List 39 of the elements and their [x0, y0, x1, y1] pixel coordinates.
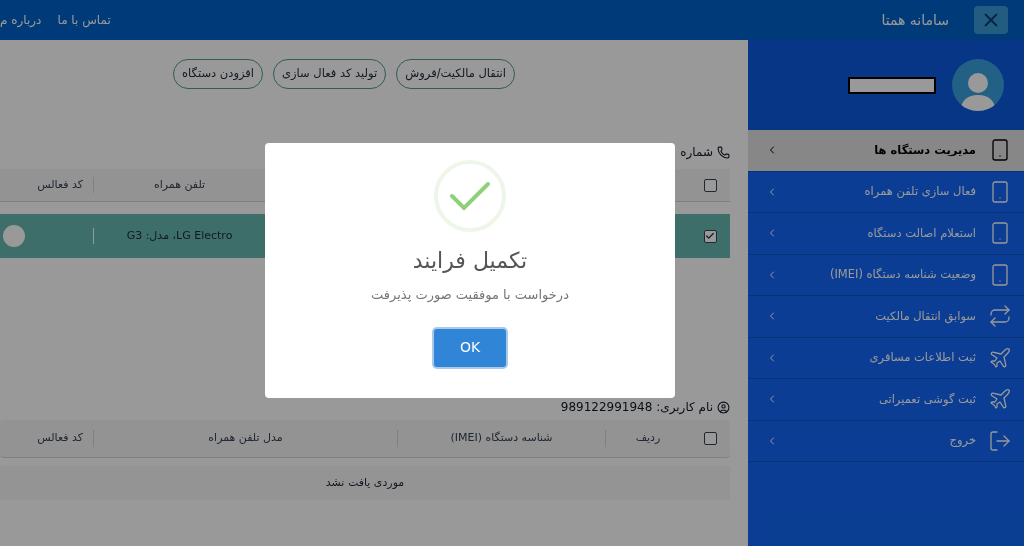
column-header: کد فعالس: [36, 430, 84, 447]
checkbox[interactable]: [703, 178, 717, 192]
menu-icon: [988, 428, 1012, 453]
menu-label: ثبت گوشی تعمیراتی: [878, 390, 976, 408]
menu-label: مدیریت دستگاه ها: [874, 141, 976, 159]
section-label: نام کاربری: 989122991948: [560, 399, 713, 416]
user-icon: [717, 400, 730, 414]
sidebar-item[interactable]: خروج: [748, 420, 1024, 462]
app-title: سامانه همتا: [881, 10, 949, 30]
column-header: مدل تلفن همراه: [93, 430, 397, 447]
nav-link[interactable]: تماس با ما: [57, 11, 111, 29]
sidebar-item[interactable]: استعلام اصالت دستگاه: [748, 213, 1024, 255]
menu-label: فعال سازی تلفن همراه: [864, 183, 976, 201]
avatar-icon: [952, 59, 1004, 111]
check-icon: [434, 160, 506, 232]
empty-message: موردی یافت نشد: [325, 474, 405, 491]
sidebar-item[interactable]: ثبت اطلاعات مسافری: [748, 337, 1024, 379]
dialog-title: تکمیل فرایند: [412, 247, 528, 275]
menu-label: استعلام اصالت دستگاه: [867, 224, 976, 242]
ok-button[interactable]: OK: [434, 328, 506, 367]
checkbox[interactable]: [703, 229, 717, 243]
menu-label: خروج: [949, 432, 976, 450]
nav-link[interactable]: درباره م: [0, 11, 42, 29]
sidebar-item[interactable]: وضعیت شناسه دستگاه (IMEI): [748, 254, 1024, 296]
menu-label: ثبت اطلاعات مسافری: [869, 349, 976, 367]
checkbox[interactable]: [703, 432, 717, 445]
column-header: شناسه دستگاه (IMEI): [397, 430, 605, 447]
sidebar-item[interactable]: ثبت گوشی تعمیراتی: [748, 379, 1024, 421]
menu-icon: [988, 345, 1012, 370]
menu-icon: [988, 304, 1012, 329]
column-header: ردیف: [605, 430, 690, 447]
section-label: شماره: [680, 144, 713, 161]
phone-icon: [717, 145, 730, 159]
menu-label: سوابق انتقال مالکیت: [875, 307, 976, 325]
menu-label: وضعیت شناسه دستگاه (IMEI): [829, 266, 976, 284]
column-header: کد فعالس: [36, 176, 84, 193]
sidebar-item[interactable]: مدیریت دستگاه ها: [748, 130, 1024, 172]
dialog-message: درخواست با موفقیت صورت پذیرفت: [371, 286, 569, 305]
sidebar-item[interactable]: سوابق انتقال مالکیت: [748, 296, 1024, 338]
